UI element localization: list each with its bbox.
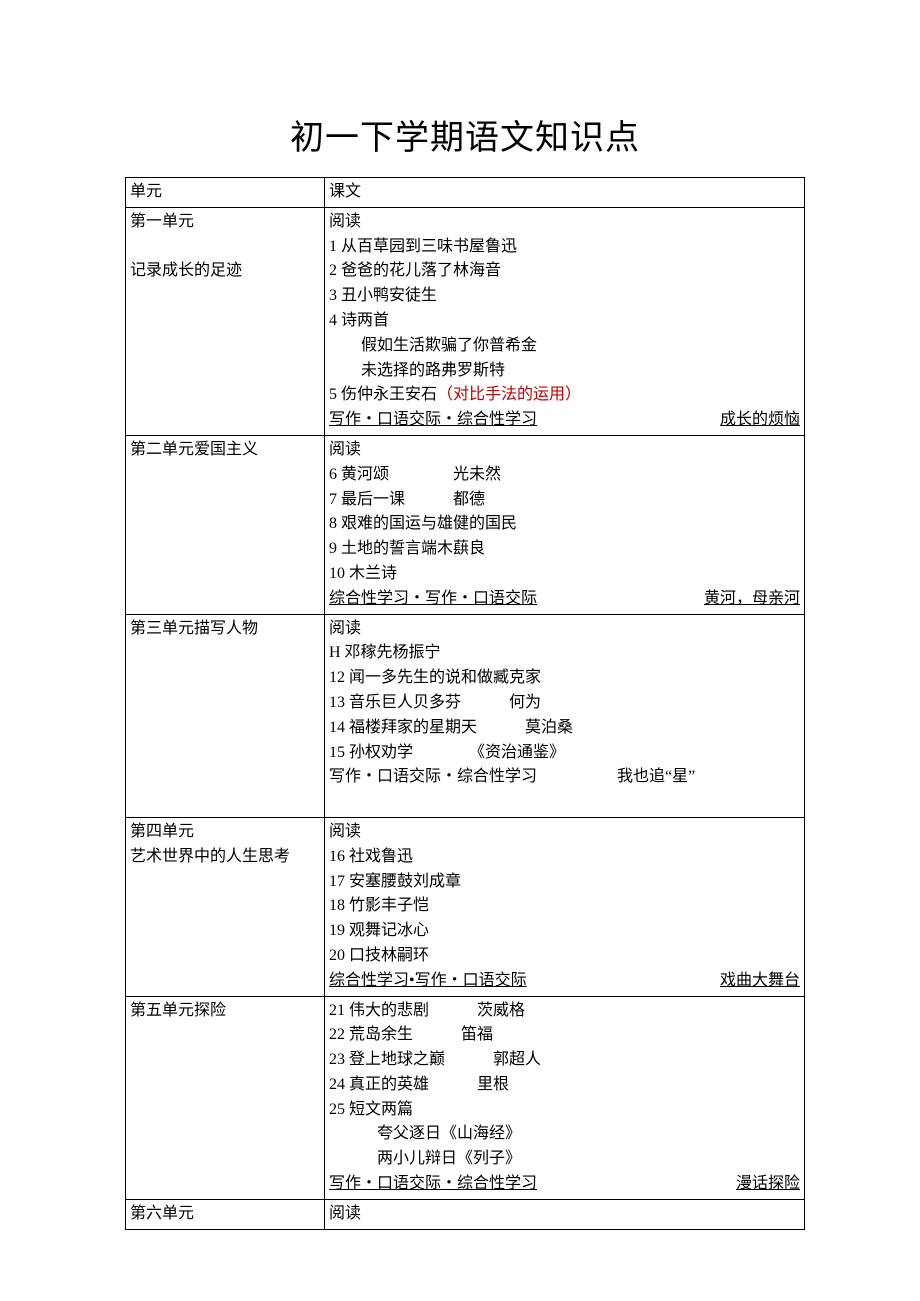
content-line: 写作・口语交际・综合性学习 我也追“星” (329, 768, 695, 785)
content-cell: 阅读 H 邓稼先杨振宁 12 闻一多先生的说和做臧克家 13 音乐巨人贝多芬 何为 14… (325, 614, 805, 817)
content-line: 9 土地的誓言端木蕻良 (329, 540, 485, 557)
content-line: 22 荒岛余生 笛福 (329, 1026, 493, 1043)
table-header-row: 单元课文 (126, 178, 805, 208)
activity-left: 综合性学习•写作・口语交际 (329, 969, 527, 994)
content-cell: 阅读 16 社戏鲁迅 17 安塞腰鼓刘成章 18 竹影丰子恺 19 观舞记冰心 20 口技… (325, 817, 805, 996)
content-line: 15 孙权劝学 《资治通鉴》 (329, 744, 565, 761)
unit-line: 第一单元 (130, 213, 194, 230)
content-line: 14 福楼拜家的星期天 莫泊桑 (329, 719, 573, 736)
content-line: 25 短文两篇 (329, 1101, 413, 1118)
content-line: 17 安塞腰鼓刘成章 (329, 873, 461, 890)
unit-line (130, 238, 134, 255)
content-line: 阅读 (329, 823, 361, 840)
unit-cell: 第六单元 (126, 1199, 325, 1229)
unit-line: 艺术世界中的人生思考 (130, 848, 290, 865)
content-line: 8 艰难的国运与雄健的国民 (329, 515, 517, 532)
activity-right: 成长的烦恼 (720, 408, 800, 433)
content-line: 13 音乐巨人贝多芬 何为 (329, 694, 541, 711)
content-line: 12 闻一多先生的说和做臧克家 (329, 669, 541, 686)
unit-line: 第二单元爱国主义 (130, 441, 258, 458)
content-cell: 阅读 1 从百草园到三味书屋鲁迅 2 爸爸的花儿落了林海音 3 丑小鸭安徒生 4 诗两首… (325, 207, 805, 435)
content-line: 2 爸爸的花儿落了林海音 (329, 262, 501, 279)
content-line: 两小儿辩日《列子》 (329, 1150, 521, 1167)
table-row: 第三单元描写人物 阅读 H 邓稼先杨振宁 12 闻一多先生的说和做臧克家 13 音乐巨人… (126, 614, 805, 817)
content-line: 夸父逐日《山海经》 (329, 1125, 521, 1142)
activity-left: 综合性学习・写作・口语交际 (329, 587, 537, 612)
content-line: 阅读 (329, 620, 361, 637)
unit-cell: 第三单元描写人物 (126, 614, 325, 817)
unit-line: 第四单元 (130, 823, 194, 840)
activity-line: 综合性学习・写作・口语交际 黄河，母亲河 (329, 587, 800, 612)
activity-left: 写作・口语交际・综合性学习 (329, 408, 537, 433)
content-line: 3 丑小鸭安徒生 (329, 287, 437, 304)
content-line: 5 伤仲永王安石 (329, 386, 437, 403)
content-line: 6 黄河颂 光未然 (329, 466, 501, 483)
activity-right: 戏曲大舞台 (720, 969, 800, 994)
content-line: 10 木兰诗 (329, 565, 397, 582)
content-cell: 阅读 6 黄河颂 光未然 7 最后一课 都德 8 艰难的国运与雄健的国民 9 土地的誓言… (325, 435, 805, 614)
unit-cell: 第五单元探险 (126, 996, 325, 1199)
content-line (329, 793, 345, 810)
content-cell: 阅读 (325, 1199, 805, 1229)
unit-line: 第五单元探险 (130, 1002, 226, 1019)
activity-line: 写作・口语交际・综合性学习 成长的烦恼 (329, 408, 800, 433)
activity-left: 写作・口语交际・综合性学习 (329, 1172, 537, 1197)
page-title: 初一下学期语文知识点 (125, 110, 805, 159)
header-unit: 单元 (126, 178, 325, 208)
activity-right: 漫话探险 (736, 1172, 800, 1197)
content-line: 19 观舞记冰心 (329, 922, 429, 939)
content-line: 阅读 (329, 213, 361, 230)
content-line: 阅读 (329, 1205, 361, 1222)
content-line: 21 伟大的悲剧 茨威格 (329, 1002, 525, 1019)
content-line: H 邓稼先杨振宁 (329, 644, 441, 661)
content-line: 24 真正的英雄 里根 (329, 1076, 509, 1093)
outline-table: 单元课文第一单元 记录成长的足迹阅读1 从百草园到三味书屋鲁迅2 爸爸的花儿落了… (125, 177, 805, 1230)
activity-line: 综合性学习•写作・口语交际 戏曲大舞台 (329, 969, 800, 994)
content-line: 假如生活欺骗了你普希金 (329, 337, 537, 354)
content-line: 23 登上地球之巅 郭超人 (329, 1051, 541, 1068)
content-cell: 21 伟大的悲剧 茨威格 22 荒岛余生 笛福 23 登上地球之巅 郭超人 24 真正… (325, 996, 805, 1199)
content-line: 1 从百草园到三味书屋鲁迅 (329, 238, 517, 255)
table-row: 第二单元爱国主义 阅读 6 黄河颂 光未然 7 最后一课 都德 8 艰难的国运与雄健的国… (126, 435, 805, 614)
content-line: 未选择的路弗罗斯特 (329, 362, 505, 379)
table-row: 第六单元 阅读 (126, 1199, 805, 1229)
unit-cell: 第二单元爱国主义 (126, 435, 325, 614)
unit-cell: 第一单元 记录成长的足迹 (126, 207, 325, 435)
table-row: 第一单元 记录成长的足迹阅读1 从百草园到三味书屋鲁迅2 爸爸的花儿落了林海音3… (126, 207, 805, 435)
unit-line: 第六单元 (130, 1205, 194, 1222)
content-line: 7 最后一课 都德 (329, 491, 485, 508)
unit-line: 第三单元描写人物 (130, 620, 258, 637)
content-line: 4 诗两首 (329, 312, 389, 329)
activity-right: 黄河，母亲河 (704, 587, 800, 612)
content-line: 20 口技林嗣环 (329, 947, 429, 964)
unit-cell: 第四单元艺术世界中的人生思考 (126, 817, 325, 996)
table-row: 第五单元探险 21 伟大的悲剧 茨威格 22 荒岛余生 笛福 23 登上地球之巅 郭超… (126, 996, 805, 1199)
table-row: 第四单元艺术世界中的人生思考阅读16 社戏鲁迅17 安塞腰鼓刘成章18 竹影丰子… (126, 817, 805, 996)
activity-line: 写作・口语交际・综合性学习 漫话探险 (329, 1172, 800, 1197)
unit-line: 记录成长的足迹 (130, 262, 242, 279)
annotation-red: （对比手法的运用） (437, 386, 581, 403)
header-content: 课文 (325, 178, 805, 208)
content-line: 阅读 (329, 441, 361, 458)
content-line: 16 社戏鲁迅 (329, 848, 413, 865)
content-line: 18 竹影丰子恺 (329, 897, 429, 914)
